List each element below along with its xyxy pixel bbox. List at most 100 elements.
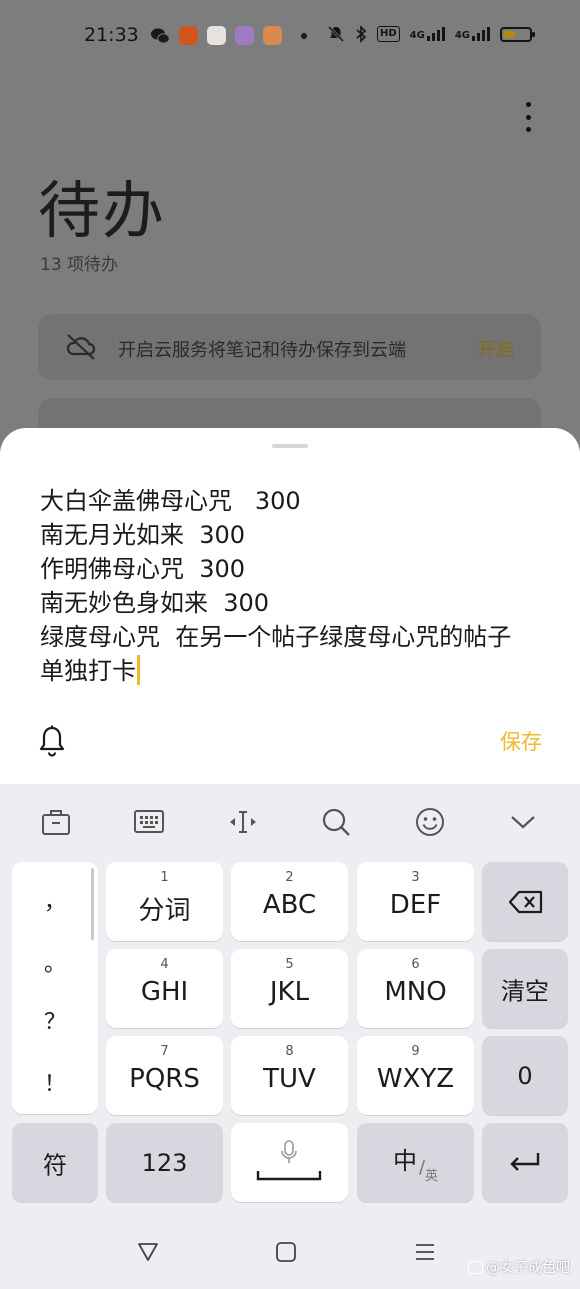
- key-label: 分词: [138, 896, 191, 926]
- symbol-label: 符: [43, 1151, 67, 1179]
- navigation-bar: @女子成色吧: [0, 1214, 580, 1289]
- cloud-service-banner[interactable]: 开启云服务将笔记和待办保存到云端 开启: [38, 314, 541, 380]
- backspace-key[interactable]: [482, 862, 568, 941]
- backspace-icon: [508, 890, 543, 914]
- key-4[interactable]: 4 GHI: [106, 949, 223, 1028]
- key-number: 8: [285, 1044, 294, 1059]
- search-icon[interactable]: [318, 804, 354, 840]
- punct-comma[interactable]: ，: [12, 884, 98, 916]
- punct-exclamation[interactable]: ！: [12, 1066, 98, 1098]
- toolbox-icon[interactable]: [38, 804, 74, 840]
- network-type-1: 4G: [409, 30, 425, 41]
- key-number: 7: [160, 1044, 169, 1059]
- key-1[interactable]: 1 分词: [106, 862, 223, 941]
- space-key[interactable]: [231, 1123, 348, 1202]
- space-bar-icon: [256, 1171, 322, 1181]
- mute-icon: [327, 25, 345, 43]
- status-bar: 21:33 HD 4G 4G: [0, 0, 580, 74]
- app-notification-icon-4: [263, 26, 282, 45]
- key-label: PQRS: [129, 1064, 200, 1094]
- clear-key[interactable]: 清空: [482, 949, 568, 1028]
- cursor-move-icon[interactable]: [225, 804, 261, 840]
- todo-count: 13 项待办: [40, 255, 119, 275]
- keyboard-toolbar: [0, 784, 580, 858]
- back-icon[interactable]: [134, 1238, 162, 1266]
- clear-label: 清空: [501, 977, 549, 1005]
- key-label: ABC: [262, 890, 317, 920]
- todo-line: 大白伞盖佛母心咒 300: [40, 487, 301, 515]
- more-options-icon[interactable]: [522, 102, 534, 132]
- app-notification-icon-2: [207, 26, 226, 45]
- cloud-off-icon: [66, 334, 96, 360]
- language-switch-key[interactable]: 中 / 英: [357, 1123, 474, 1202]
- todo-line: 作明佛母心咒 300: [40, 555, 246, 583]
- keyboard-layout-icon[interactable]: [131, 804, 167, 840]
- hd-badge: HD: [376, 26, 400, 42]
- key-8[interactable]: 8 TUV: [231, 1036, 348, 1115]
- key-label: WXYZ: [376, 1064, 455, 1094]
- enter-icon: [510, 1153, 540, 1171]
- key-label: GHI: [140, 977, 189, 1007]
- todo-text-input[interactable]: 大白伞盖佛母心咒 300 南无月光如来 300 作明佛母心咒 300 南无妙色身…: [40, 484, 550, 688]
- key-7[interactable]: 7 PQRS: [106, 1036, 223, 1115]
- app-notification-icon-1: [179, 26, 198, 45]
- recents-icon[interactable]: [411, 1238, 439, 1266]
- key-5[interactable]: 5 JKL: [231, 949, 348, 1028]
- todo-line: 南无妙色身如来 300: [40, 589, 270, 617]
- key-label: DEF: [389, 890, 442, 920]
- signal-2-icon: 4G: [455, 27, 490, 41]
- notification-icons: [150, 26, 307, 45]
- key-2[interactable]: 2 ABC: [231, 862, 348, 941]
- app-notification-icon-3: [235, 26, 254, 45]
- key-number: 6: [411, 957, 420, 972]
- more-notifications-dot: [301, 32, 307, 39]
- punct-question[interactable]: ？: [12, 1004, 98, 1036]
- todo-line: 南无月光如来 300: [40, 521, 246, 549]
- todo-line: 单独打卡: [40, 657, 136, 685]
- watermark: @女子成色吧: [468, 1257, 570, 1277]
- wechat-icon: [151, 27, 170, 44]
- microphone-icon: [281, 1140, 297, 1163]
- emoji-icon[interactable]: [412, 804, 448, 840]
- enable-cloud-button[interactable]: 开启: [477, 335, 515, 362]
- language-main-label: 中: [393, 1147, 417, 1175]
- key-number: 2: [285, 870, 294, 885]
- key-number: 4: [160, 957, 169, 972]
- enter-key[interactable]: [482, 1123, 568, 1202]
- collapse-keyboard-icon[interactable]: [505, 804, 541, 840]
- cloud-banner-text: 开启云服务将笔记和待办保存到云端: [118, 340, 406, 361]
- number-mode-key[interactable]: 123: [106, 1123, 223, 1202]
- key-0[interactable]: 0: [482, 1036, 568, 1115]
- page-title: 待办: [38, 174, 167, 247]
- punctuation-list[interactable]: ， 。 ？ ！: [12, 862, 98, 1114]
- punct-period[interactable]: 。: [12, 946, 98, 978]
- text-cursor: [137, 655, 140, 685]
- key-6[interactable]: 6 MNO: [357, 949, 474, 1028]
- system-icons: HD 4G 4G: [327, 25, 535, 43]
- key-9[interactable]: 9 WXYZ: [357, 1036, 474, 1115]
- battery-icon: [500, 26, 535, 42]
- bluetooth-icon: [356, 25, 367, 43]
- key-number: 3: [411, 870, 420, 885]
- watermark-text: @女子成色吧: [486, 1260, 570, 1276]
- key-label: TUV: [263, 1064, 316, 1094]
- todo-line: 绿度母心咒 在另一个帖子绿度母心咒的帖子: [40, 623, 512, 651]
- key-label: MNO: [384, 977, 447, 1007]
- reminder-bell-icon[interactable]: [36, 724, 68, 758]
- clock: 21:33: [84, 24, 139, 46]
- watermark-icon: [468, 1260, 483, 1274]
- sheet-drag-handle[interactable]: [272, 444, 308, 448]
- language-sub-label: 英: [425, 1169, 439, 1184]
- signal-1-icon: 4G: [410, 27, 445, 41]
- key-number: 5: [285, 957, 294, 972]
- symbol-key[interactable]: 符: [12, 1123, 98, 1202]
- save-button[interactable]: 保存: [500, 726, 542, 756]
- new-todo-sheet: 大白伞盖佛母心咒 300 南无月光如来 300 作明佛母心咒 300 南无妙色身…: [0, 428, 580, 798]
- key-label: JKL: [269, 977, 310, 1007]
- key-number: 9: [411, 1044, 420, 1059]
- home-icon[interactable]: [272, 1238, 300, 1266]
- network-type-2: 4G: [454, 30, 470, 41]
- number-mode-label: 123: [141, 1148, 188, 1177]
- key-label: 0: [517, 1061, 533, 1090]
- key-3[interactable]: 3 DEF: [357, 862, 474, 941]
